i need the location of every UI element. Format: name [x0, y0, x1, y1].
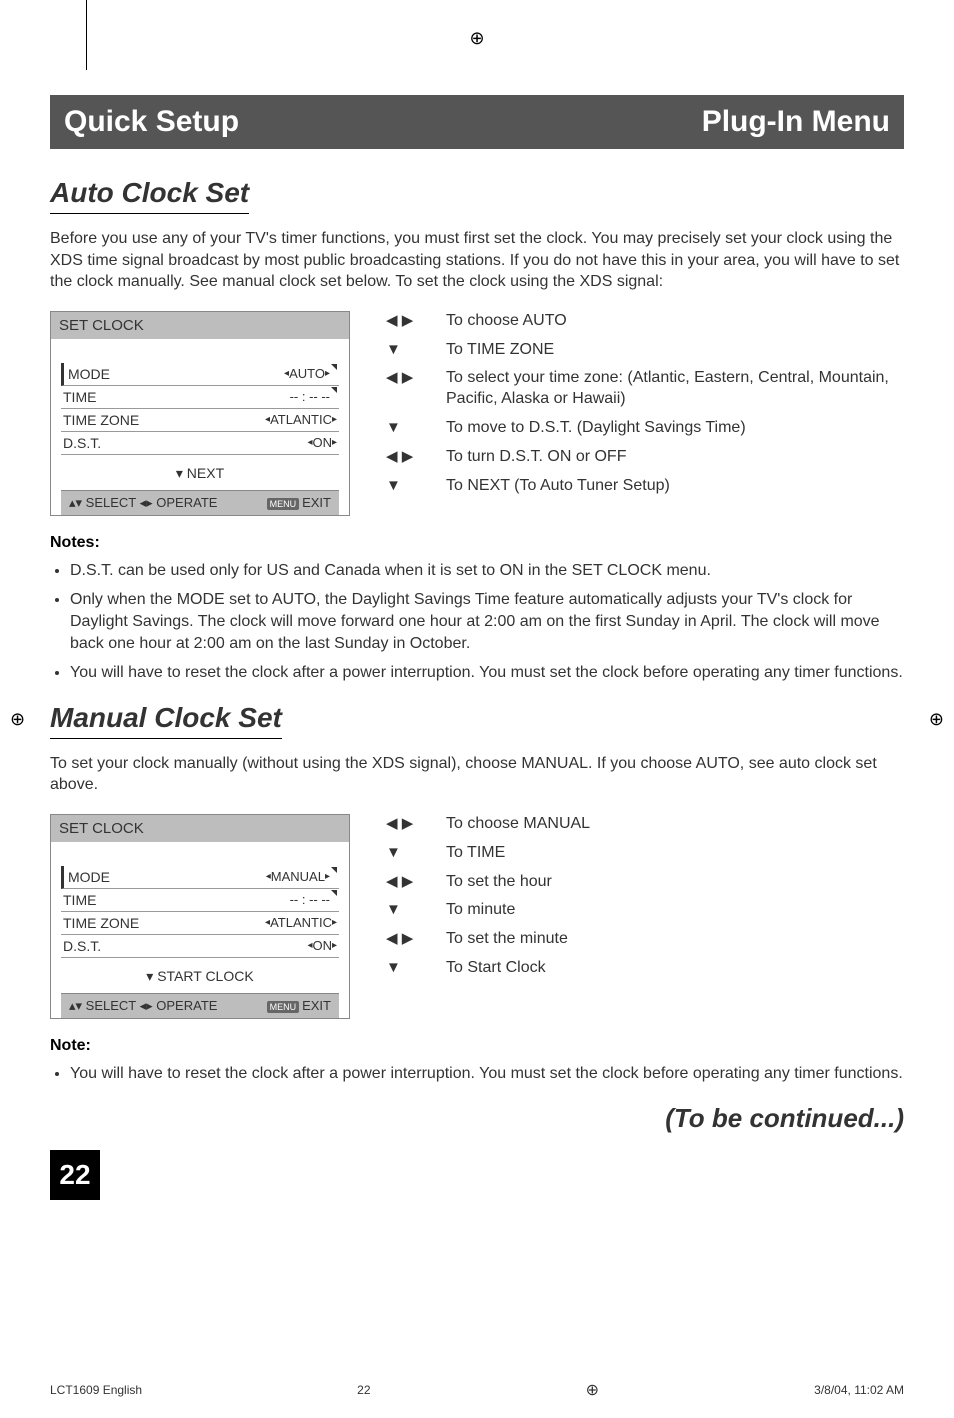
left-right-icon: ◀ ▶ — [386, 368, 416, 410]
print-mark-bottom: ⊕ — [586, 1380, 599, 1400]
step-text: To choose MANUAL — [446, 814, 590, 835]
step-text: To TIME — [446, 843, 505, 864]
osd-exit: EXIT — [302, 495, 331, 510]
osd-row-time: TIME -- : -- -- — [61, 889, 339, 912]
osd-menu-key: MENU — [267, 1001, 300, 1013]
osd-label: MODE — [68, 366, 110, 382]
header-banner: Quick Setup Plug-In Menu — [50, 95, 904, 149]
osd-value: -- : -- -- — [290, 892, 330, 907]
footer-left: LCT1609 English — [50, 1383, 142, 1397]
osd-label: TIME ZONE — [63, 412, 139, 428]
footer-center: 22 — [357, 1383, 370, 1397]
manual-notes-heading: Note: — [50, 1037, 904, 1055]
down-icon: ▼ — [386, 476, 416, 497]
osd-row-timezone: TIME ZONE ◂ATLANTIC▸ — [61, 912, 339, 935]
page-number: 22 — [50, 1150, 100, 1200]
manual-osd-title: SET CLOCK — [50, 814, 350, 842]
header-left: Quick Setup — [64, 105, 239, 139]
osd-help-left: ▴▾ SELECT ◂▸ OPERATE — [69, 495, 217, 511]
step-text: To Start Clock — [446, 958, 546, 979]
left-right-icon: ◀ ▶ — [386, 929, 416, 950]
note-item: You will have to reset the clock after a… — [70, 662, 904, 684]
footer-right: 3/8/04, 11:02 AM — [814, 1383, 904, 1397]
osd-value: ATLANTIC — [270, 915, 332, 930]
manual-osd-panel: SET CLOCK MODE ◂MANUAL▸ TIME -- : -- -- … — [50, 814, 350, 1019]
osd-row-dst: D.S.T. ◂ON▸ — [61, 432, 339, 455]
osd-row-timezone: TIME ZONE ◂ATLANTIC▸ — [61, 409, 339, 432]
auto-title: Auto Clock Set — [50, 177, 249, 214]
step-text: To TIME ZONE — [446, 340, 554, 361]
osd-label: MODE — [68, 869, 110, 885]
header-right: Plug-In Menu — [702, 105, 890, 139]
down-icon: ▼ — [386, 900, 416, 921]
osd-row-mode: MODE ◂MANUAL▸ — [61, 866, 339, 889]
footer: LCT1609 English 22 ⊕ 3/8/04, 11:02 AM — [50, 1380, 904, 1400]
osd-row-dst: D.S.T. ◂ON▸ — [61, 935, 339, 958]
osd-label: TIME — [63, 389, 96, 405]
auto-osd-title: SET CLOCK — [50, 311, 350, 339]
osd-value: -- : -- -- — [290, 389, 330, 404]
step-text: To set the minute — [446, 929, 568, 950]
note-item: D.S.T. can be used only for US and Canad… — [70, 560, 904, 582]
osd-value: ATLANTIC — [270, 412, 332, 427]
step-text: To set the hour — [446, 872, 552, 893]
osd-label: TIME ZONE — [63, 915, 139, 931]
step-text: To select your time zone: (Atlantic, Eas… — [446, 368, 904, 410]
osd-row-time: TIME -- : -- -- — [61, 386, 339, 409]
down-icon: ▼ — [386, 843, 416, 864]
left-right-icon: ◀ ▶ — [386, 447, 416, 468]
auto-steps: ◀ ▶ To choose AUTO ▼ To TIME ZONE ◀ ▶ To se… — [386, 311, 904, 516]
osd-exit: EXIT — [302, 998, 331, 1013]
step-text: To move to D.S.T. (Daylight Savings Time… — [446, 418, 746, 439]
osd-foot: ▾ NEXT — [61, 455, 339, 490]
step-text: To turn D.S.T. ON or OFF — [446, 447, 626, 468]
osd-help: ▴▾ SELECT ◂▸ OPERATE MENUEXIT — [61, 993, 339, 1018]
manual-notes-list: You will have to reset the clock after a… — [50, 1063, 904, 1085]
auto-osd-panel: SET CLOCK MODE ◂AUTO▸ TIME -- : -- -- TI… — [50, 311, 350, 516]
osd-foot: ▾ START CLOCK — [61, 958, 339, 993]
osd-label: D.S.T. — [63, 938, 101, 954]
manual-title: Manual Clock Set — [50, 702, 282, 739]
osd-value: AUTO — [289, 366, 325, 381]
osd-label: D.S.T. — [63, 435, 101, 451]
left-right-icon: ◀ ▶ — [386, 872, 416, 893]
osd-help: ▴▾ SELECT ◂▸ OPERATE MENUEXIT — [61, 490, 339, 515]
osd-help-left: ▴▾ SELECT ◂▸ OPERATE — [69, 998, 217, 1014]
down-icon: ▼ — [386, 418, 416, 439]
manual-intro: To set your clock manually (without usin… — [50, 753, 904, 796]
down-icon: ▼ — [386, 958, 416, 979]
osd-row-mode: MODE ◂AUTO▸ — [61, 363, 339, 386]
down-icon: ▼ — [386, 340, 416, 361]
osd-value: MANUAL — [271, 869, 325, 884]
osd-value: ON — [312, 938, 332, 953]
note-item: You will have to reset the clock after a… — [70, 1063, 904, 1085]
continued-text: (To be continued...) — [50, 1103, 904, 1134]
left-right-icon: ◀ ▶ — [386, 814, 416, 835]
step-text: To choose AUTO — [446, 311, 567, 332]
step-text: To minute — [446, 900, 515, 921]
auto-notes-list: D.S.T. can be used only for US and Canad… — [50, 560, 904, 684]
manual-steps: ◀ ▶ To choose MANUAL ▼ To TIME ◀ ▶ To set t… — [386, 814, 904, 1019]
osd-label: TIME — [63, 892, 96, 908]
osd-menu-key: MENU — [267, 498, 300, 510]
auto-intro: Before you use any of your TV's timer fu… — [50, 228, 904, 293]
step-text: To NEXT (To Auto Tuner Setup) — [446, 476, 670, 497]
osd-value: ON — [312, 435, 332, 450]
auto-notes-heading: Notes: — [50, 534, 904, 552]
note-item: Only when the MODE set to AUTO, the Dayl… — [70, 589, 904, 654]
left-right-icon: ◀ ▶ — [386, 311, 416, 332]
